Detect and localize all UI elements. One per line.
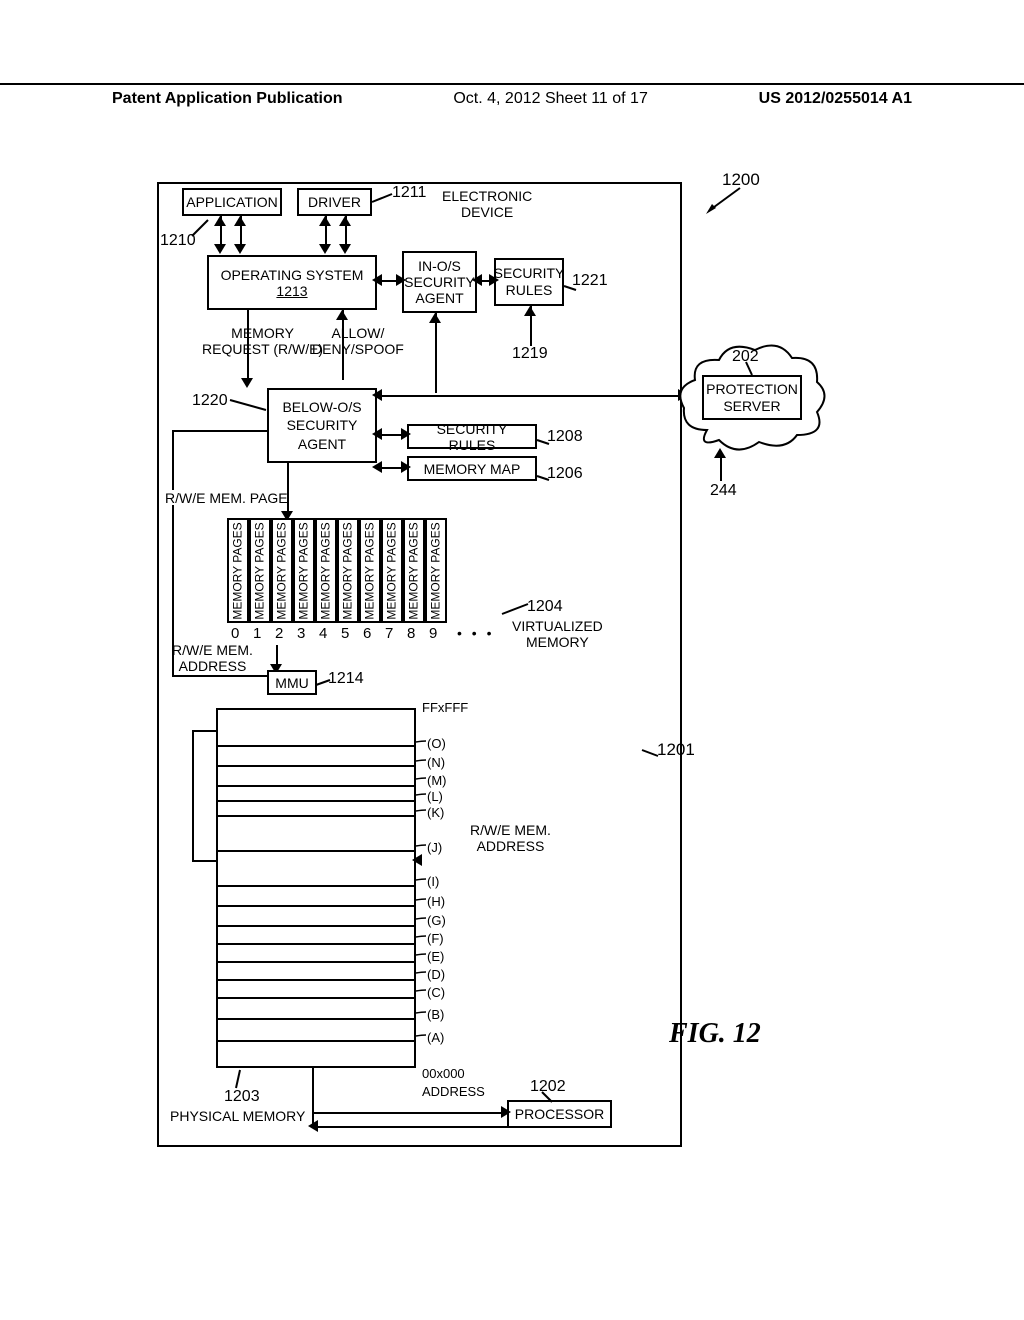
electronic-device-label: ELECTRONIC DEVICE <box>442 188 532 220</box>
ref-1210: 1210 <box>160 232 196 250</box>
phys-mem-label: PHYSICAL MEMORY <box>170 1108 305 1124</box>
page-idx-3: 3 <box>297 625 305 642</box>
ref-1206: 1206 <box>547 465 583 483</box>
os-box: OPERATING SYSTEM 1213 <box>207 255 377 310</box>
ref-244: 244 <box>710 482 737 500</box>
page-idx-2: 2 <box>275 625 283 642</box>
page-idx-8: 8 <box>407 625 415 642</box>
ref-1214: 1214 <box>328 670 364 688</box>
header-center: Oct. 4, 2012 Sheet 11 of 17 <box>453 90 648 108</box>
ref-1201: 1201 <box>657 740 695 760</box>
diagram: ELECTRONIC DEVICE 1200 APPLICATION DRIVE… <box>112 170 912 1170</box>
mem-map-box: MEMORY MAP <box>407 456 537 481</box>
page-idx-5: 5 <box>341 625 349 642</box>
virt-mem-label: VIRTUALIZED MEMORY <box>512 618 603 650</box>
page-idx-6: 6 <box>363 625 371 642</box>
ref-1219: 1219 <box>512 345 548 363</box>
application-box: APPLICATION <box>182 188 282 216</box>
sec-rules-top-box: SECURITY RULES <box>494 258 564 306</box>
header-right: US 2012/0255014 A1 <box>759 90 912 108</box>
memory-request-label: MEMORY REQUEST (R/W/E) <box>202 325 323 357</box>
ref-1220: 1220 <box>192 392 228 410</box>
ref-1208: 1208 <box>547 428 583 446</box>
page-idx-0: 0 <box>231 625 239 642</box>
phys-row-leaders <box>416 730 430 1070</box>
os-text: OPERATING SYSTEM <box>221 267 364 283</box>
ref-1211: 1211 <box>392 184 426 202</box>
below-os-agent-box: BELOW-O/S SECURITY AGENT <box>267 388 377 463</box>
driver-box: DRIVER <box>297 188 372 216</box>
allow-deny-label: ALLOW/ DENY/SPOOF <box>312 325 404 357</box>
page-dots: • • • <box>457 625 494 641</box>
header-left: Patent Application Publication <box>112 90 343 108</box>
sec-rules-mid-box: SECURITY RULES <box>407 424 537 449</box>
protection-server-box: PROTECTION SERVER <box>702 375 802 420</box>
page-idx-4: 4 <box>319 625 327 642</box>
page-idx-1: 1 <box>253 625 261 642</box>
mmu-box: MMU <box>267 670 317 695</box>
in-os-agent-box: IN-O/S SECURITY AGENT <box>402 251 477 313</box>
ref-1204: 1204 <box>527 598 563 616</box>
page-header: Patent Application Publication Oct. 4, 2… <box>0 83 1024 108</box>
os-num: 1213 <box>276 283 307 299</box>
page-idx-9: 9 <box>429 625 437 642</box>
figure-label: FIG. 12 <box>669 1018 761 1050</box>
addr-title: ADDRESS <box>422 1084 485 1099</box>
processor-box: PROCESSOR <box>507 1100 612 1128</box>
physical-memory-box <box>216 708 416 1068</box>
rwe-addr-right-label: R/W/E MEM. ADDRESS <box>470 822 551 854</box>
page-idx-7: 7 <box>385 625 393 642</box>
addr-top: FFxFFF <box>422 700 468 715</box>
rwe-page-label: R/W/E MEM. PAGE <box>165 490 288 506</box>
rwe-addr-left-label: R/W/E MEM. ADDRESS <box>172 642 253 674</box>
